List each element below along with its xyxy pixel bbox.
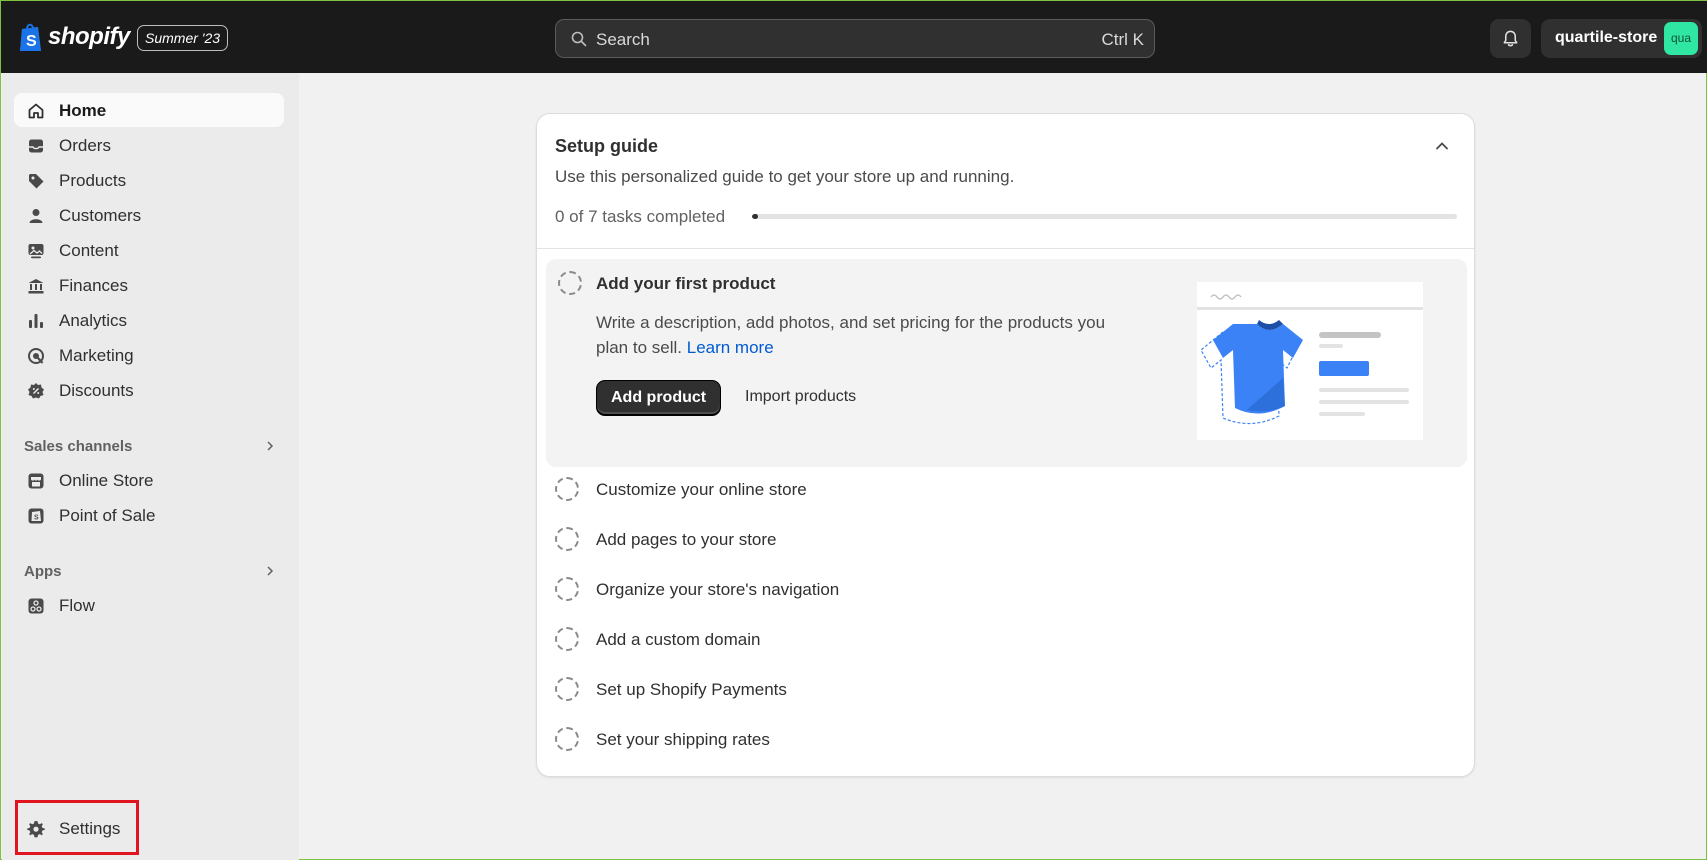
sidebar-item-label: Online Store [59, 471, 154, 490]
sidebar-item-marketing[interactable]: Marketing [14, 338, 284, 372]
task-description: Write a description, add photos, and set… [596, 310, 1136, 360]
bank-icon [28, 279, 44, 294]
sidebar-item-label: Flow [59, 596, 95, 615]
tag-icon [29, 174, 44, 189]
sidebar-item-label: Customers [59, 206, 142, 225]
task-label[interactable]: Organize your store's navigation [596, 580, 839, 600]
flow-icon [28, 598, 44, 614]
sidebar-item-discounts[interactable]: Discounts [14, 373, 284, 407]
store-icon [28, 473, 44, 489]
top-bar: S shopify Summer '23 Search Ctrl K quart… [1, 1, 1707, 73]
task-checkbox[interactable] [555, 527, 579, 551]
edition-badge[interactable]: Summer '23 [137, 25, 229, 51]
task-checkbox[interactable] [555, 477, 579, 501]
add-product-button[interactable]: Add product [596, 380, 722, 415]
task-label[interactable]: Add pages to your store [596, 530, 777, 550]
task-checkbox[interactable] [555, 677, 579, 701]
sidebar-item-label: Products [59, 171, 127, 190]
task-expanded-add-first-product: Add your first product Write a descripti… [546, 259, 1467, 467]
import-products-button[interactable]: Import products [745, 388, 856, 406]
chevron-right-icon[interactable] [264, 565, 276, 577]
bell-icon [1503, 30, 1518, 47]
bar-chart-icon [29, 314, 43, 328]
settings-highlight-box [15, 800, 139, 855]
sidebar-item-point-of-sale[interactable]: S Point of Sale [14, 498, 284, 532]
search-icon [571, 31, 587, 47]
apps-heading[interactable]: Apps [24, 563, 62, 580]
sidebar-item-label: Discounts [59, 381, 134, 400]
avatar: qua [1664, 22, 1698, 55]
home-icon [28, 103, 44, 119]
task-label[interactable]: Set up Shopify Payments [596, 680, 787, 700]
sidebar-item-customers[interactable]: Customers [14, 198, 284, 232]
setup-guide-card: Setup guide Use this personalized guide … [536, 113, 1475, 777]
sidebar-item-label: Marketing [59, 346, 134, 365]
task-title[interactable]: Add your first product [596, 274, 775, 294]
card-subtitle: Use this personalized guide to get your … [555, 167, 1015, 186]
divider [537, 248, 1474, 249]
sidebar-item-finances[interactable]: Finances [14, 268, 284, 302]
store-name: quartile-store [1555, 29, 1658, 46]
progress-bar [752, 214, 1457, 219]
notifications-button[interactable] [1490, 19, 1531, 58]
sidebar-item-orders[interactable]: Orders [14, 128, 284, 162]
search-shortcut: Ctrl K [1101, 30, 1145, 49]
chevron-up-icon[interactable] [1434, 138, 1450, 154]
sidebar-item-online-store[interactable]: Online Store [14, 463, 284, 497]
sidebar-item-label: Orders [59, 136, 111, 155]
progress-text: 0 of 7 tasks completed [555, 207, 726, 226]
svg-text:S: S [34, 515, 39, 522]
sidebar-item-analytics[interactable]: Analytics [14, 303, 284, 337]
sidebar-item-label: Point of Sale [59, 506, 156, 525]
sidebar-item-label: Analytics [59, 311, 128, 330]
sidebar-item-label: Home [59, 101, 107, 120]
task-checkbox[interactable] [555, 577, 579, 601]
sidebar: Home Orders Products Customers Content F… [2, 73, 299, 860]
task-label[interactable]: Set your shipping rates [596, 730, 770, 750]
task-description-text: Write a description, add photos, and set… [596, 313, 1106, 357]
task-checkbox[interactable] [558, 271, 582, 295]
sidebar-item-flow[interactable]: Flow [14, 588, 284, 622]
sales-channels-heading[interactable]: Sales channels [24, 438, 132, 455]
svg-text:S: S [26, 33, 37, 50]
pos-icon: S [28, 508, 44, 524]
card-title: Setup guide [555, 136, 658, 156]
shopify-bag-icon: S [20, 23, 41, 51]
sidebar-item-content[interactable]: Content [14, 233, 284, 267]
chevron-right-icon[interactable] [264, 440, 276, 452]
target-icon [28, 348, 44, 364]
search-placeholder: Search [596, 30, 650, 49]
store-menu-button[interactable]: quartile-store qua [1541, 19, 1702, 58]
task-checkbox[interactable] [555, 627, 579, 651]
inbox-icon [29, 139, 43, 153]
search-bar[interactable]: Search Ctrl K [555, 19, 1155, 58]
sidebar-item-label: Content [59, 241, 119, 260]
sidebar-item-home[interactable]: Home [14, 93, 284, 127]
product-illustration [1197, 282, 1423, 440]
task-label[interactable]: Add a custom domain [596, 630, 760, 650]
progress-fill [752, 214, 758, 219]
task-checkbox[interactable] [555, 727, 579, 751]
discount-icon [28, 383, 44, 399]
brand-name: shopify [48, 23, 130, 50]
task-label[interactable]: Customize your online store [596, 480, 807, 500]
sidebar-item-label: Finances [59, 276, 128, 295]
person-icon [29, 209, 43, 223]
learn-more-link[interactable]: Learn more [687, 338, 774, 357]
sidebar-item-products[interactable]: Products [14, 163, 284, 197]
shopify-logo[interactable]: S shopify [18, 21, 130, 53]
image-icon [28, 244, 44, 259]
